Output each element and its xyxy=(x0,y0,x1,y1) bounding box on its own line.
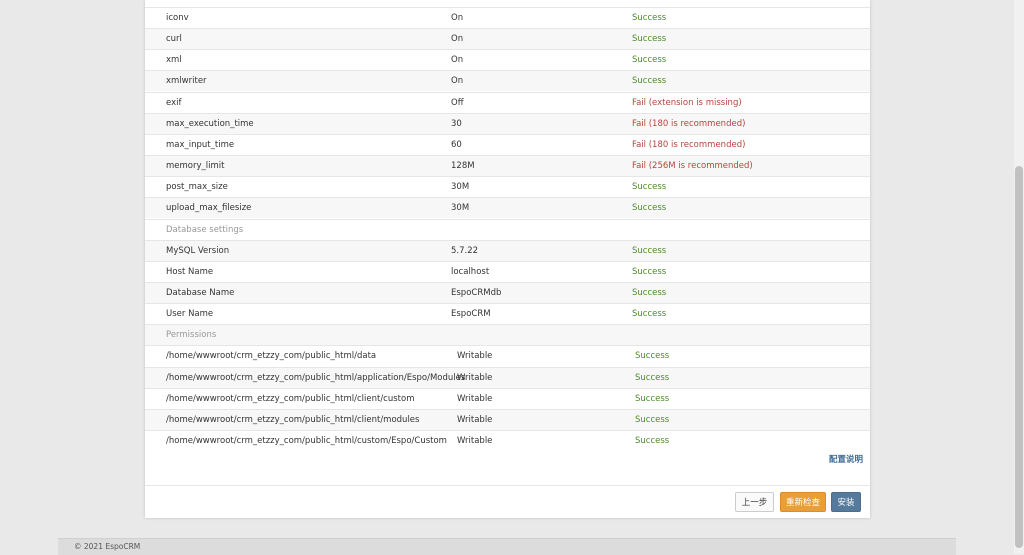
setting-name: /home/wwwroot/crm_etzzy_com/public_html/… xyxy=(166,351,377,362)
setting-value: Writable xyxy=(457,414,493,425)
status-text: Success xyxy=(632,76,667,87)
status-text: Fail (256M is recommended) xyxy=(632,161,753,172)
setting-name: xmlwriter xyxy=(166,76,207,87)
table-row: Database Name EspoCRMdb Success xyxy=(145,281,870,303)
table-row: /home/wwwroot/crm_etzzy_com/public_html/… xyxy=(145,345,870,366)
back-button[interactable]: 上一步 xyxy=(735,492,774,512)
setting-name: /home/wwwroot/crm_etzzy_com/public_html/… xyxy=(166,436,447,446)
setting-value: On xyxy=(451,34,464,45)
setting-value: On xyxy=(451,13,464,23)
section-header-row: Permissions xyxy=(145,324,870,346)
setting-name: post_max_size xyxy=(166,182,228,193)
setting-value: EspoCRMdb xyxy=(451,287,502,298)
setting-name: curl xyxy=(166,34,182,45)
setting-name: /home/wwwroot/crm_etzzy_com/public_html/… xyxy=(166,414,420,425)
table-row: max_input_time 60 Fail (180 is recommended… xyxy=(145,133,870,155)
setting-value: 30M xyxy=(451,182,470,193)
setting-value: 128M xyxy=(451,161,475,172)
status-text: Fail (extension is missing) xyxy=(632,97,742,108)
panel-footer-divider xyxy=(145,485,870,486)
setting-name: exif xyxy=(166,97,182,108)
status-text: Success xyxy=(635,372,670,383)
status-text: Success xyxy=(632,266,667,277)
setting-value: 60 xyxy=(451,139,462,150)
table-row: MySQL Version 5.7.22 Success xyxy=(145,239,870,261)
status-text: Success xyxy=(635,351,670,362)
status-text: Success xyxy=(632,13,667,23)
setting-value: Writable xyxy=(457,351,493,362)
setting-name: xml xyxy=(166,55,182,66)
setting-value: On xyxy=(451,55,464,66)
setting-name: max_execution_time xyxy=(166,118,254,129)
status-text: Success xyxy=(635,393,670,404)
setting-value: Writable xyxy=(457,436,493,446)
setting-name: upload_max_filesize xyxy=(166,203,252,214)
status-text: Success xyxy=(632,55,667,66)
recheck-button[interactable]: 重新检查 xyxy=(780,492,826,512)
setting-value: 5.7.22 xyxy=(451,245,479,256)
table-row: xml On Success xyxy=(145,49,870,70)
setting-name: Host Name xyxy=(166,266,214,277)
table-row: upload_max_filesize 30M Success xyxy=(145,197,870,219)
setting-value: EspoCRM xyxy=(451,309,491,320)
setting-name: /home/wwwroot/crm_etzzy_com/public_html/… xyxy=(166,372,466,383)
section-title: Permissions xyxy=(166,330,217,341)
scrollbar-thumb[interactable] xyxy=(1015,166,1023,548)
status-text: Fail (180 is recommended) xyxy=(632,139,746,150)
setting-value: Off xyxy=(451,97,464,108)
section-title: Database settings xyxy=(166,224,244,235)
setting-name: max_input_time xyxy=(166,139,235,150)
setting-name: MySQL Version xyxy=(166,245,230,256)
setting-value: Writable xyxy=(457,372,493,383)
table-row: max_execution_time 30 Fail (180 is recomme… xyxy=(145,112,870,134)
scrollbar-track[interactable] xyxy=(1014,0,1024,554)
status-text: Success xyxy=(635,414,670,425)
status-text: Fail (180 is recommended) xyxy=(632,118,746,129)
table-row: /home/wwwroot/crm_etzzy_com/public_html/… xyxy=(145,408,870,430)
table-row: /home/wwwroot/crm_etzzy_com/public_html/… xyxy=(145,430,870,451)
status-text: Success xyxy=(632,203,667,214)
requirements-panel: iconv On Success curl On Success xml On Success x… xyxy=(145,0,870,518)
setting-name: User Name xyxy=(166,309,214,320)
setting-value: Writable xyxy=(457,393,493,404)
config-instructions-link[interactable]: 配置说明 xyxy=(829,453,863,465)
table-row: User Name EspoCRM Success xyxy=(145,303,870,324)
status-text: Success xyxy=(632,182,667,193)
status-text: Success xyxy=(632,34,667,45)
table-row: /home/wwwroot/crm_etzzy_com/public_html/… xyxy=(145,387,870,409)
table-row: xmlwriter On Success xyxy=(145,70,870,92)
setting-value: localhost xyxy=(451,266,490,277)
table-row: /home/wwwroot/crm_etzzy_com/public_html/… xyxy=(145,366,870,388)
section-header-row: Database settings xyxy=(145,218,870,240)
status-text: Success xyxy=(632,245,667,256)
setting-value: 30M xyxy=(451,203,470,214)
table-row: exif Off Fail (extension is missing) xyxy=(145,91,870,113)
install-button[interactable]: 安装 xyxy=(831,492,861,512)
status-text: Success xyxy=(632,287,667,298)
setting-name: memory_limit xyxy=(166,161,225,172)
setting-value: On xyxy=(451,76,464,87)
table-row: curl On Success xyxy=(145,28,870,50)
table-row: iconv On Success xyxy=(145,7,870,28)
table-row: memory_limit 128M Fail (256M is recommende… xyxy=(145,155,870,177)
copyright-text: © 2021 EspoCRM xyxy=(74,542,141,551)
setting-value: 30 xyxy=(451,118,462,129)
page-footer: © 2021 EspoCRM xyxy=(58,538,956,555)
setting-name: /home/wwwroot/crm_etzzy_com/public_html/… xyxy=(166,393,415,404)
setting-name: iconv xyxy=(166,13,189,23)
status-text: Success xyxy=(635,436,670,446)
table-row: Host Name localhost Success xyxy=(145,260,870,282)
table-row: post_max_size 30M Success xyxy=(145,176,870,197)
status-text: Success xyxy=(632,309,667,320)
setting-name: Database Name xyxy=(166,287,235,298)
